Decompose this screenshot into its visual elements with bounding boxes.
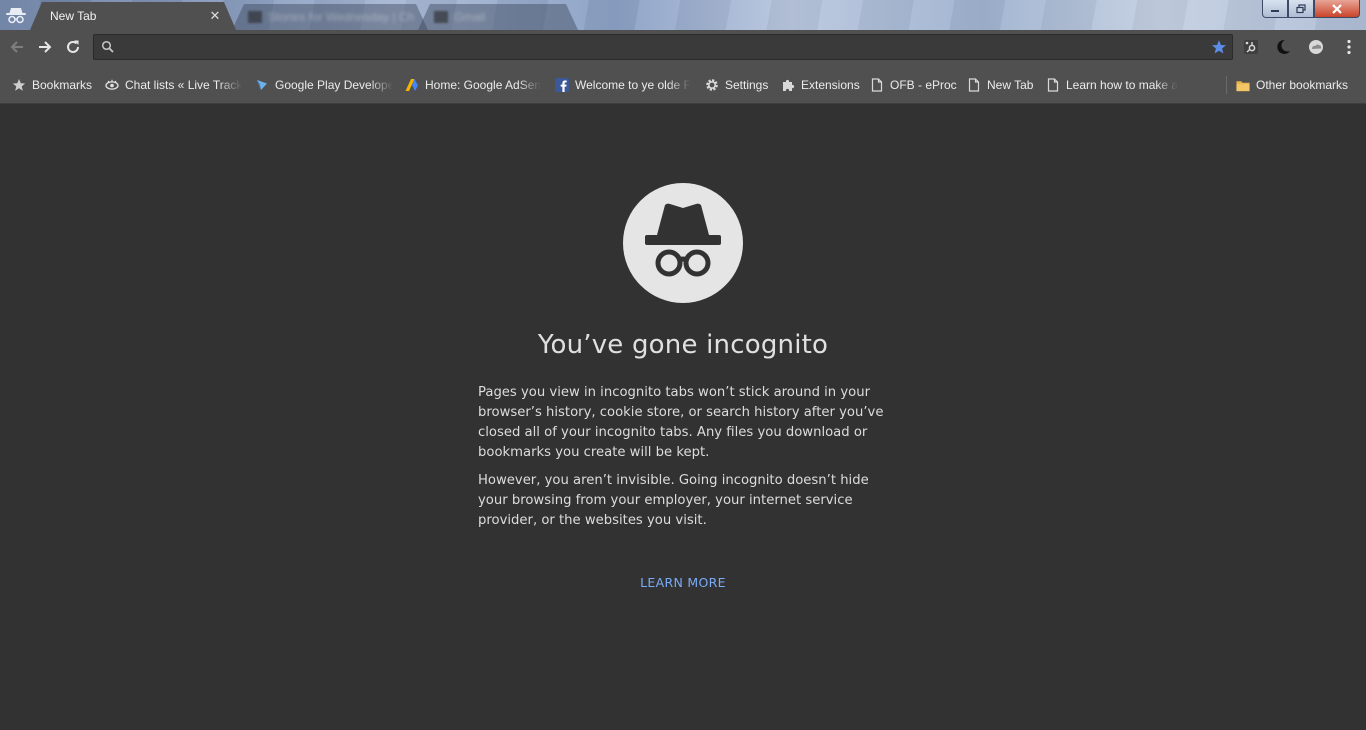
tab-favicon (434, 11, 448, 23)
other-bookmarks-folder[interactable]: Other bookmarks (1236, 76, 1358, 94)
incognito-icon (623, 183, 743, 303)
tab-favicon (248, 11, 262, 23)
incognito-description: Pages you view in incognito tabs won’t s… (478, 385, 884, 460)
bookmark-label: Welcome to ye olde F (575, 78, 691, 92)
bookmark-facebook[interactable]: Welcome to ye olde F (555, 76, 693, 94)
restore-icon (1296, 3, 1306, 13)
star-icon[interactable] (1211, 39, 1227, 55)
page-icon (1046, 78, 1060, 92)
incognito-icon (6, 8, 26, 24)
cloud-extension-button[interactable] (1305, 36, 1327, 58)
facebook-icon (555, 78, 569, 92)
tab-strip: Stories for Wednesday | Ch Gmail New Tab… (0, 0, 1366, 30)
close-window-button[interactable] (1314, 0, 1360, 18)
reload-icon (67, 40, 79, 53)
toolbar (0, 30, 1366, 64)
bookmark-label: Extensions (801, 78, 860, 92)
search-icon (101, 40, 114, 53)
omnibox[interactable] (93, 34, 1233, 60)
close-icon[interactable]: ✕ (208, 8, 222, 24)
bookmark-learn-how[interactable]: Learn how to make a (1046, 76, 1184, 94)
folder-icon (1236, 78, 1250, 92)
forward-button[interactable] (34, 36, 56, 58)
tab-title: Gmail (454, 10, 486, 24)
incognito-warning: However, you aren’t invisible. Going inc… (478, 473, 869, 528)
bookmark-label: OFB - eProc (890, 78, 957, 92)
bookmark-label: New Tab (987, 78, 1034, 92)
browser-menu-button[interactable] (1338, 36, 1360, 58)
eye-icon (105, 78, 119, 92)
reload-button[interactable] (62, 36, 84, 58)
cloud-icon (1309, 40, 1323, 54)
bookmark-settings[interactable]: Settings (705, 76, 773, 94)
adsense-icon (405, 78, 419, 92)
minimize-button[interactable] (1262, 0, 1288, 18)
incognito-new-tab-page: You’ve gone incognito Pages you view in … (0, 105, 1366, 730)
arrow-left-icon (10, 41, 23, 53)
page-title: You’ve gone incognito (537, 330, 829, 360)
kebab-menu-icon (1347, 39, 1351, 55)
bookmark-google-adsense[interactable]: Home: Google AdSen (405, 76, 543, 94)
browser-window: Stories for Wednesday | Ch Gmail New Tab… (0, 0, 1366, 730)
moon-icon (1277, 39, 1290, 54)
bookmarks-separator (1226, 76, 1227, 94)
back-button[interactable] (6, 36, 28, 58)
hubspot-extension-button[interactable] (1240, 36, 1262, 58)
bookmark-label: Google Play Develope (275, 78, 393, 92)
tab-title: New Tab (50, 9, 97, 23)
learn-more-link[interactable]: LEARN MORE (583, 575, 783, 590)
bookmarks-bar: Bookmarks Chat lists « Live Track Google… (0, 64, 1366, 104)
bookmark-extensions[interactable]: Extensions (781, 76, 861, 94)
hubspot-icon (1244, 40, 1258, 54)
close-icon (1332, 3, 1342, 14)
bookmark-ofb-eproc[interactable]: OFB - eProc (870, 76, 958, 94)
play-console-icon (255, 78, 269, 92)
window-controls (1262, 0, 1360, 18)
star-icon (12, 78, 26, 92)
arrow-right-icon (39, 41, 52, 53)
bookmark-label: Bookmarks (32, 78, 93, 92)
tab-title: Stories for Wednesday | Ch (268, 10, 415, 24)
bookmark-google-play-developer[interactable]: Google Play Develope (255, 76, 393, 94)
tab-background[interactable]: Stories for Wednesday | Ch (232, 4, 428, 30)
bookmark-label: Chat lists « Live Track (125, 78, 243, 92)
bookmark-label: Settings (725, 78, 769, 92)
page-icon (870, 78, 884, 92)
bookmark-label: Learn how to make a (1066, 78, 1179, 92)
moon-extension-button[interactable] (1272, 36, 1294, 58)
restore-button[interactable] (1288, 0, 1314, 18)
address-input[interactable] (120, 38, 1200, 56)
bookmark-bookmarks[interactable]: Bookmarks (12, 76, 96, 94)
bookmark-label: Home: Google AdSen (425, 78, 542, 92)
bookmark-new-tab[interactable]: New Tab (967, 76, 1037, 94)
bookmark-chat-lists[interactable]: Chat lists « Live Track (105, 76, 243, 94)
bookmark-label: Other bookmarks (1256, 78, 1349, 92)
tab-new-tab[interactable]: New Tab ✕ (30, 2, 236, 30)
gear-icon (705, 78, 719, 92)
minimize-icon (1271, 9, 1279, 12)
puzzle-icon (781, 78, 795, 92)
tab-background[interactable]: Gmail (418, 4, 578, 30)
page-icon (967, 78, 981, 92)
